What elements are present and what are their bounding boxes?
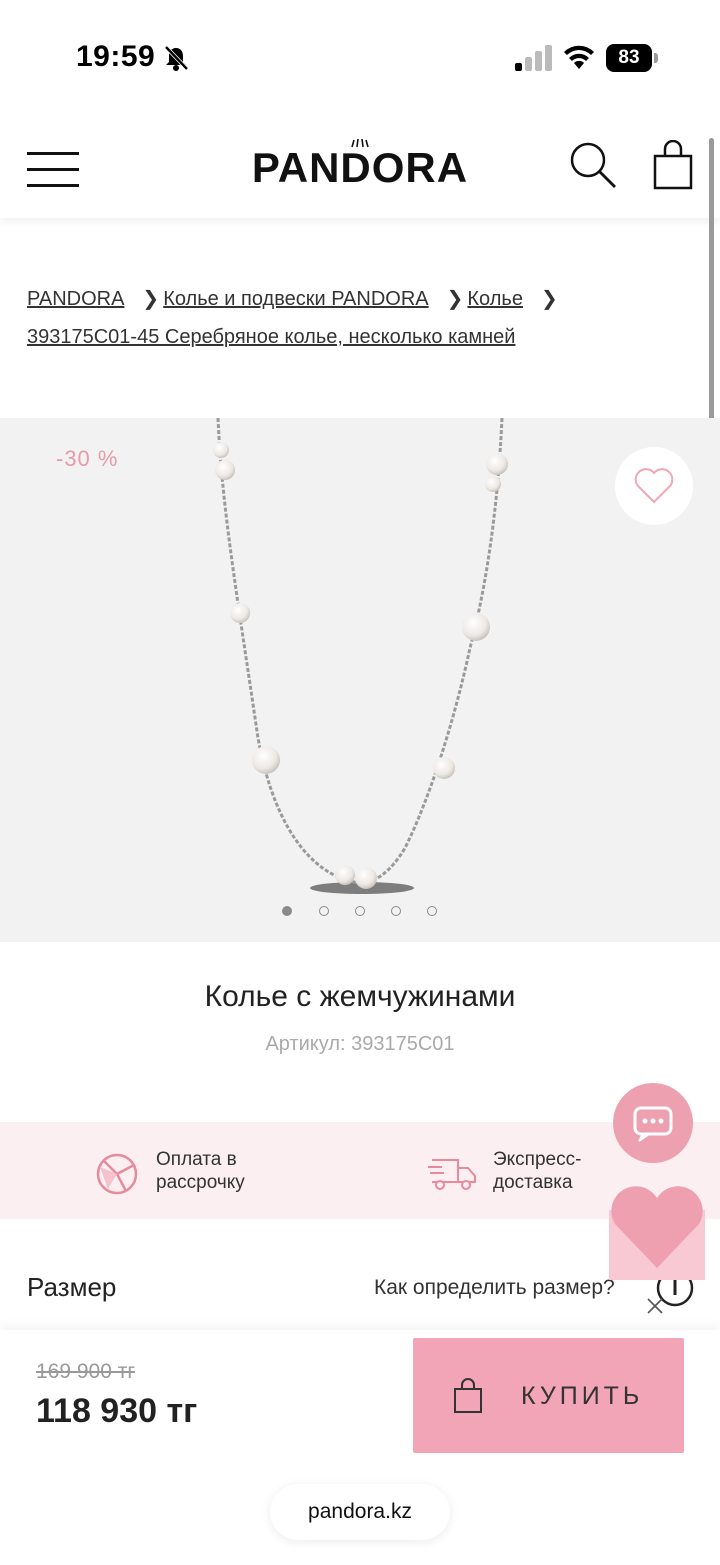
search-icon[interactable] (568, 140, 618, 190)
feature-installment-line1: Оплата в (156, 1149, 237, 1170)
cell-signal-icon (515, 45, 552, 71)
gallery-dot[interactable] (355, 906, 365, 916)
browser-url-pill[interactable]: pandora.kz (270, 1484, 450, 1540)
battery-icon: 83 (606, 44, 658, 72)
gallery-dot[interactable] (427, 906, 437, 916)
status-time: 19:59 (76, 40, 156, 73)
feature-express-delivery[interactable]: Экспресс- доставка (493, 1148, 581, 1194)
status-bar: 19:59 83 (0, 0, 720, 110)
gallery-dot[interactable] (391, 906, 401, 916)
purchase-bar: 169 900 тг 118 930 тг КУПИТЬ pandora.kz (0, 1330, 720, 1565)
old-price: 169 900 тг (36, 1360, 136, 1383)
current-price: 118 930 тг (36, 1392, 198, 1430)
gallery-dot[interactable] (282, 906, 292, 916)
menu-icon[interactable] (27, 152, 79, 188)
breadcrumb-item-pandora[interactable]: PANDORA (27, 288, 124, 310)
chat-button[interactable] (613, 1083, 693, 1163)
size-guide-link[interactable]: Как определить размер? (374, 1276, 615, 1300)
breadcrumb-current[interactable]: 393175C01-45 Серебряное колье, несколько… (27, 326, 515, 348)
product-image (213, 418, 508, 894)
gallery-pagination (282, 906, 442, 918)
battery-level: 83 (606, 44, 652, 72)
installment-icon (96, 1153, 138, 1195)
heart-outline-icon (634, 468, 674, 504)
bell-muted-icon (164, 45, 189, 71)
product-gallery[interactable]: -30 % (0, 418, 720, 942)
feature-installment[interactable]: Оплата в рассрочку (156, 1148, 245, 1194)
close-icon[interactable] (645, 1296, 665, 1316)
heart-promo-icon[interactable] (607, 1180, 707, 1280)
chat-bubble-icon (633, 1106, 673, 1142)
feature-delivery-line2: доставка (493, 1172, 573, 1193)
feature-delivery-line1: Экспресс- (493, 1149, 582, 1170)
product-sku: Артикул: 393175C01 (265, 1033, 455, 1055)
wishlist-button[interactable] (615, 447, 693, 525)
chevron-right-icon: ❯ (446, 288, 464, 310)
site-header: PANDORA (0, 110, 720, 218)
shopping-bag-icon[interactable] (652, 140, 694, 190)
pandora-logo[interactable]: PANDORA (248, 144, 472, 192)
buy-button-label: КУПИТЬ (521, 1382, 644, 1410)
discount-badge: -30 % (56, 446, 119, 471)
feature-installment-line2: рассрочку (156, 1172, 245, 1193)
breadcrumb-item-necklaces[interactable]: Колье (467, 288, 523, 310)
shopping-bag-icon (454, 1378, 482, 1413)
product-title: Колье с жемчужинами (204, 980, 516, 1013)
gallery-dot[interactable] (319, 906, 329, 916)
breadcrumb: PANDORA ❯ Колье и подвески PANDORA ❯ Колье ❯ … (27, 280, 707, 356)
breadcrumb-item-necklaces-pendants[interactable]: Колье и подвески PANDORA (163, 288, 428, 310)
delivery-truck-icon (428, 1159, 476, 1190)
chevron-right-icon: ❯ (142, 288, 160, 310)
wifi-icon (564, 45, 594, 69)
buy-button[interactable]: КУПИТЬ (413, 1338, 684, 1453)
size-label: Размер (27, 1272, 117, 1302)
chevron-right-icon: ❯ (540, 288, 558, 310)
